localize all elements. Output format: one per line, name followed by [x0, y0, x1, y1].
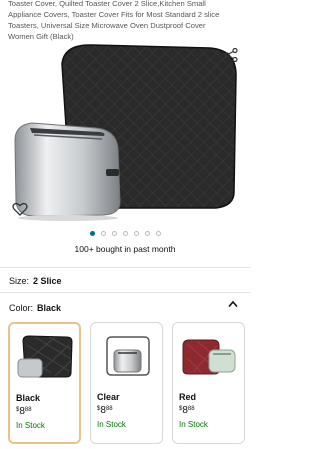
carousel-dot[interactable]: [89, 231, 95, 236]
variant-image-clear: [91, 323, 162, 388]
variant-stock: In Stock: [179, 420, 208, 429]
color-value: Black: [37, 303, 62, 313]
color-row[interactable]: Color: Black: [9, 303, 61, 313]
carousel-dot[interactable]: [144, 231, 150, 236]
variant-name: Black: [16, 393, 41, 403]
product-image[interactable]: [0, 40, 250, 235]
color-label: Color:: [9, 303, 34, 313]
size-value: 2 Slice: [33, 276, 62, 286]
carousel-dot[interactable]: [100, 231, 106, 236]
variant-price: $888: [179, 405, 195, 416]
carousel-dot[interactable]: [122, 231, 128, 236]
bought-count: 100+ bought in past month: [74, 244, 176, 254]
carousel-dot[interactable]: [133, 231, 139, 236]
variant-price: $888: [16, 406, 32, 417]
variant-card-clear[interactable]: Clear $888 In Stock: [90, 322, 163, 444]
variant-price: $888: [97, 405, 113, 416]
variant-image-black: [10, 324, 79, 389]
product-title: Toaster Cover, Quilted Toaster Cover 2 S…: [8, 0, 220, 41]
variant-card-red[interactable]: Red $888 In Stock: [172, 322, 245, 444]
chevron-up-icon[interactable]: [228, 300, 238, 308]
share-icon[interactable]: [224, 48, 238, 62]
divider: [0, 267, 250, 268]
heart-icon[interactable]: [12, 201, 28, 217]
carousel-dot[interactable]: [111, 231, 117, 236]
variant-stock: In Stock: [16, 421, 45, 430]
variant-card-black[interactable]: Black $888 In Stock: [8, 322, 81, 444]
carousel-dot[interactable]: [155, 231, 161, 236]
size-row[interactable]: Size: 2 Slice: [9, 276, 62, 286]
divider: [0, 292, 250, 293]
size-label: Size:: [9, 276, 30, 286]
variant-image-red: [173, 323, 244, 388]
variant-name: Red: [179, 392, 197, 402]
carousel-dots[interactable]: [0, 231, 250, 236]
color-variants: Black $888 In Stock Clear $888 In Stock: [8, 322, 245, 444]
variant-name: Clear: [97, 392, 120, 402]
variant-stock: In Stock: [97, 420, 126, 429]
